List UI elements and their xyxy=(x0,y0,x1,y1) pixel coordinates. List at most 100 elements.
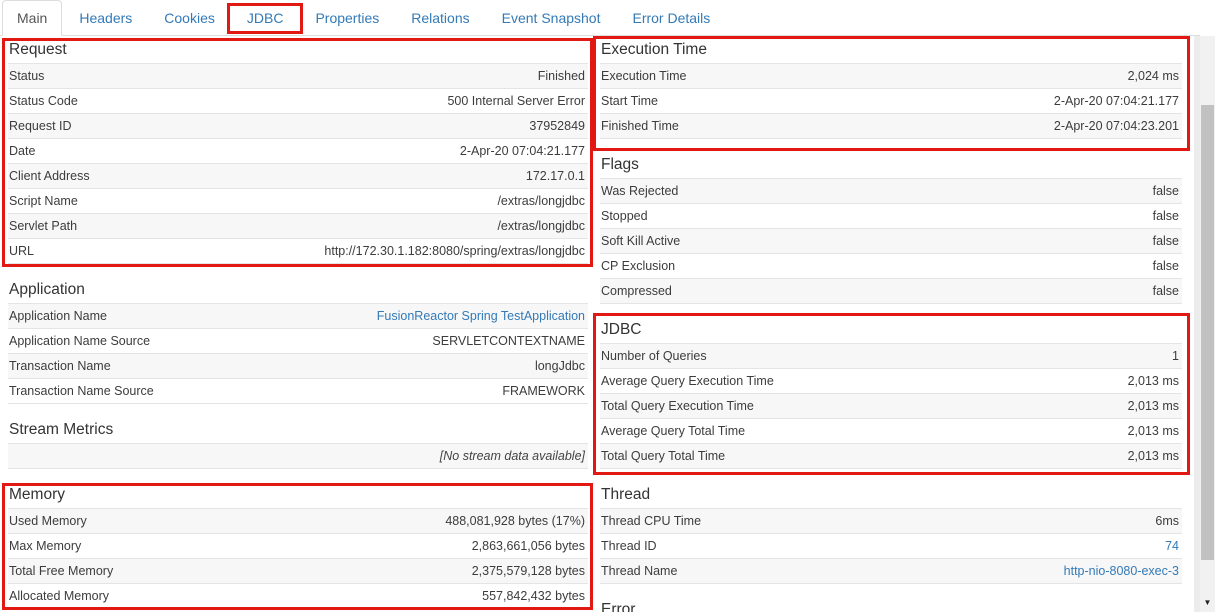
field-value: FRAMEWORK xyxy=(502,384,585,398)
key-value-table: Application Name FusionReactor Spring Tes… xyxy=(8,303,588,404)
field-label: Number of Queries xyxy=(601,349,707,363)
vertical-scrollbar[interactable]: ▼ xyxy=(1200,36,1215,612)
row-servlet-path: Servlet Path/extras/longjdbc xyxy=(8,214,588,239)
row-transaction-name-source: Transaction Name Source FRAMEWORK xyxy=(8,379,588,404)
field-value: SERVLETCONTEXTNAME xyxy=(432,334,585,348)
field-value: 1 xyxy=(1172,349,1179,363)
key-value-table: Number of Queries 1 Average Query Executio… xyxy=(600,343,1182,469)
field-value: 2,863,661,056 bytes xyxy=(472,539,585,553)
row-client-address: Client Address 172.17.0.1 xyxy=(8,164,588,189)
field-label: Average Query Execution Time xyxy=(601,374,774,388)
section-title: JDBC xyxy=(600,316,1182,343)
field-value: 2,375,579,128 bytes xyxy=(472,564,585,578)
scrollbar-thumb[interactable] xyxy=(1201,105,1214,560)
field-value: false xyxy=(1153,234,1179,248)
field-value: false xyxy=(1153,184,1179,198)
field-label: Compressed xyxy=(601,284,672,298)
field-label: URL xyxy=(9,244,34,258)
row-thread-cpu-time: Thread CPU Time6ms xyxy=(600,509,1182,534)
section-error: Error xyxy=(600,596,1182,612)
field-value-link[interactable]: 74 xyxy=(1165,539,1179,553)
row-script-name: Script Name/extras/longjdbc xyxy=(8,189,588,214)
section-title: Error xyxy=(600,596,1182,612)
tab-jdbc[interactable]: JDBC xyxy=(232,0,299,36)
row-total-query-total-time: Total Query Total Time 2,013 ms xyxy=(600,444,1182,469)
field-value: /extras/longjdbc xyxy=(497,219,585,233)
field-label: Status Code xyxy=(9,94,78,108)
field-label: Execution Time xyxy=(601,69,686,83)
key-value-table: Was RejectedfalseStoppedfalseSoft Kill A… xyxy=(600,178,1182,304)
row-application-name: Application Name FusionReactor Spring Tes… xyxy=(8,304,588,329)
field-value: 2-Apr-20 07:04:21.177 xyxy=(1054,94,1179,108)
field-label: Allocated Memory xyxy=(9,589,109,603)
section-title: Stream Metrics xyxy=(8,416,588,443)
section-title: Execution Time xyxy=(600,36,1182,63)
row-thread-id: Thread ID74 xyxy=(600,534,1182,559)
field-value: [No stream data available] xyxy=(440,449,585,463)
field-value: false xyxy=(1153,284,1179,298)
section-title: Request xyxy=(8,36,588,63)
field-label: Transaction Name xyxy=(9,359,111,373)
tab-headers[interactable]: Headers xyxy=(64,0,147,36)
field-value: 488,081,928 bytes (17%) xyxy=(445,514,585,528)
field-value: 172.17.0.1 xyxy=(526,169,585,183)
field-label: Script Name xyxy=(9,194,78,208)
row-execution-time: Execution Time2,024 ms xyxy=(600,64,1182,89)
tab-properties[interactable]: Properties xyxy=(300,0,394,36)
field-value: 37952849 xyxy=(529,119,585,133)
field-value: Finished xyxy=(538,69,585,83)
field-label: Total Query Execution Time xyxy=(601,399,754,413)
row-status-code: Status Code 500 Internal Server Error xyxy=(8,89,588,114)
field-value: /extras/longjdbc xyxy=(497,194,585,208)
row-finished-time: Finished Time2-Apr-20 07:04:23.201 xyxy=(600,114,1182,139)
field-value-link[interactable]: FusionReactor Spring TestApplication xyxy=(377,309,585,323)
section-title: Flags xyxy=(600,151,1182,178)
field-value: 2,013 ms xyxy=(1128,399,1179,413)
row-note: [No stream data available] xyxy=(8,444,588,469)
field-label: Average Query Total Time xyxy=(601,424,745,438)
field-value: 500 Internal Server Error xyxy=(447,94,585,108)
field-label: Application Name xyxy=(9,309,107,323)
tab-bar: MainHeadersCookiesJDBCPropertiesRelation… xyxy=(0,0,1200,36)
section-memory: MemoryUsed Memory488,081,928 bytes (17%)… xyxy=(8,481,588,609)
row-thread-name: Thread Name http-nio-8080-exec-3 xyxy=(600,559,1182,584)
field-value: 2,013 ms xyxy=(1128,424,1179,438)
field-value-link[interactable]: http-nio-8080-exec-3 xyxy=(1064,564,1179,578)
scroll-down-button[interactable]: ▼ xyxy=(1200,596,1215,610)
tab-relations[interactable]: Relations xyxy=(396,0,484,36)
field-label: Client Address xyxy=(9,169,90,183)
row-start-time: Start Time2-Apr-20 07:04:21.177 xyxy=(600,89,1182,114)
row-transaction-name: Transaction Name longJdbc xyxy=(8,354,588,379)
section-thread: ThreadThread CPU Time6msThread ID74Threa… xyxy=(600,481,1182,584)
tab-cookies[interactable]: Cookies xyxy=(149,0,230,36)
tab-main[interactable]: Main xyxy=(2,0,62,36)
section-application: Application Application Name FusionReactor… xyxy=(8,276,588,404)
field-label: Thread CPU Time xyxy=(601,514,701,528)
row-used-memory: Used Memory488,081,928 bytes (17%) xyxy=(8,509,588,534)
field-value: longJdbc xyxy=(535,359,585,373)
key-value-table: Used Memory488,081,928 bytes (17%)Max Me… xyxy=(8,508,588,609)
field-label: Status xyxy=(9,69,44,83)
row-number-of-queries: Number of Queries 1 xyxy=(600,344,1182,369)
section-flags: FlagsWas RejectedfalseStoppedfalseSoft K… xyxy=(600,151,1182,304)
row-soft-kill-active: Soft Kill Active false xyxy=(600,229,1182,254)
field-value: false xyxy=(1153,209,1179,223)
row-total-query-execution-time: Total Query Execution Time 2,013 ms xyxy=(600,394,1182,419)
tab-event-snapshot[interactable]: Event Snapshot xyxy=(487,0,616,36)
field-label: Date xyxy=(9,144,35,158)
field-label: Thread Name xyxy=(601,564,677,578)
row-application-name-source: Application Name SourceSERVLETCONTEXTNAM… xyxy=(8,329,588,354)
field-label: Total Query Total Time xyxy=(601,449,725,463)
row-total-free-memory: Total Free Memory2,375,579,128 bytes xyxy=(8,559,588,584)
field-label: Was Rejected xyxy=(601,184,678,198)
field-value: 2,013 ms xyxy=(1128,449,1179,463)
field-value: http://172.30.1.182:8080/spring/extras/l… xyxy=(324,244,585,258)
field-value: 2-Apr-20 07:04:23.201 xyxy=(1054,119,1179,133)
field-label: Transaction Name Source xyxy=(9,384,154,398)
section-jdbc: JDBC Number of Queries 1 Average Query Exec… xyxy=(600,316,1182,469)
row-allocated-memory: Allocated Memory557,842,432 bytes xyxy=(8,584,588,609)
tab-error-details[interactable]: Error Details xyxy=(617,0,725,36)
section-request: Request Status Finished Status Code 500 Inte… xyxy=(8,36,588,264)
field-label: Soft Kill Active xyxy=(601,234,680,248)
section-title: Application xyxy=(8,276,588,303)
